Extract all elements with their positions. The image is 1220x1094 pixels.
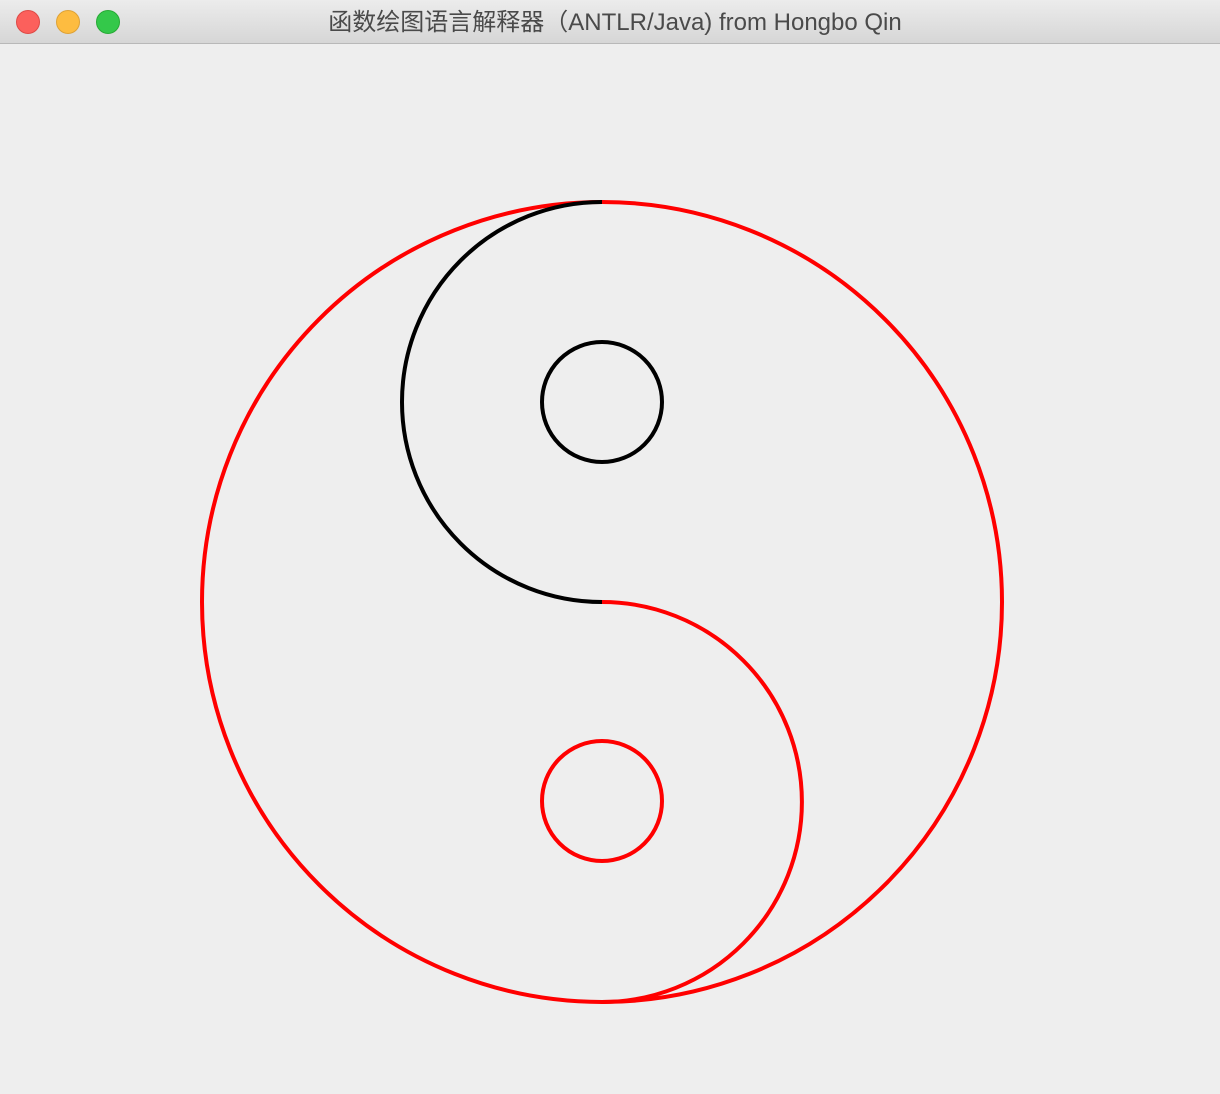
yin-yang-drawing [200, 200, 1004, 1004]
drawing-canvas [0, 44, 1220, 1094]
title-bar[interactable]: 函数绘图语言解释器（ANTLR/Java) from Hongbo Qin [0, 0, 1220, 44]
black-eye-circle [540, 340, 664, 464]
black-s-curve [400, 200, 603, 604]
red-eye-circle [540, 739, 664, 863]
window-title: 函数绘图语言解释器（ANTLR/Java) from Hongbo Qin [328, 9, 902, 36]
app-window: 函数绘图语言解释器（ANTLR/Java) from Hongbo Qin [0, 0, 1220, 1094]
red-s-curve [601, 600, 804, 1004]
